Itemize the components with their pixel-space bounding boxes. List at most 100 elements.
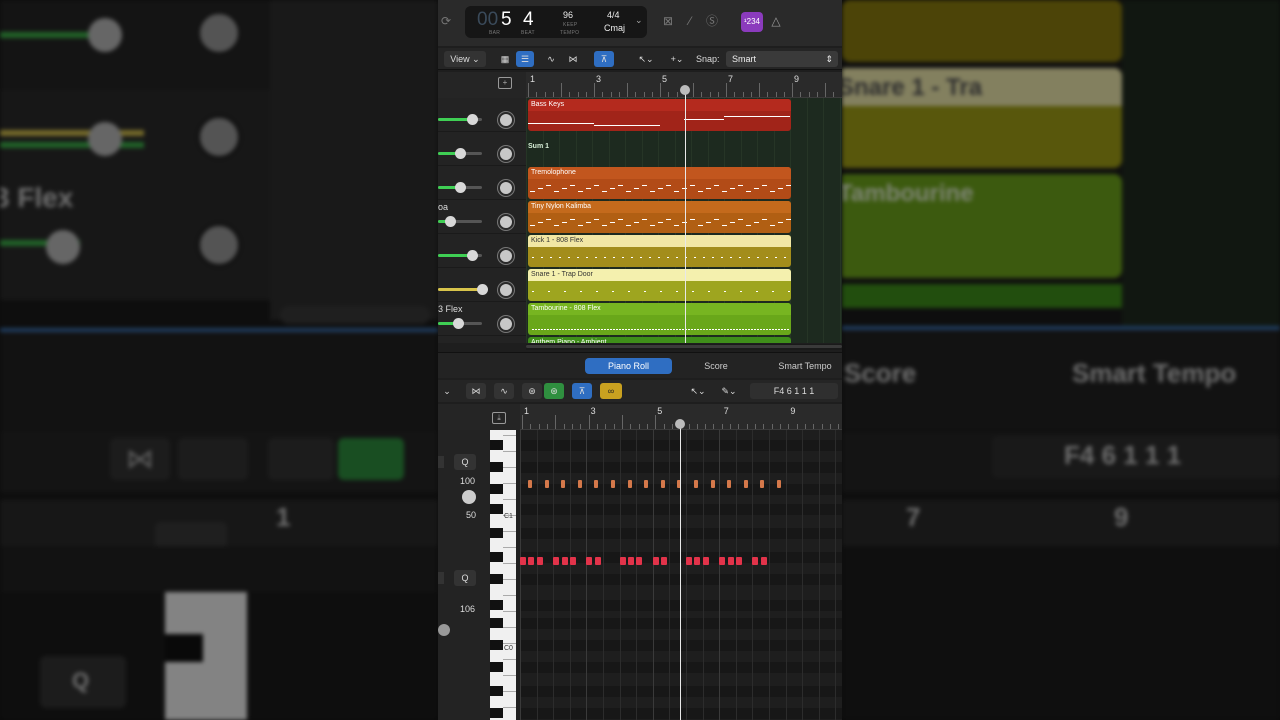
velocity-slider-knob-2[interactable] <box>438 624 450 636</box>
volume-fader[interactable] <box>438 216 482 227</box>
region[interactable]: Bass Keys <box>528 99 791 131</box>
grid-view-icon[interactable]: ▦ <box>496 51 514 67</box>
black-key[interactable] <box>490 484 503 494</box>
midi-note[interactable] <box>644 480 649 488</box>
tab-score[interactable]: Score <box>690 358 742 374</box>
midi-note[interactable] <box>528 480 532 488</box>
volume-fader-knob[interactable] <box>477 284 488 295</box>
volume-fader[interactable] <box>438 148 482 159</box>
pan-knob[interactable] <box>498 112 514 128</box>
black-key[interactable] <box>490 574 503 584</box>
track-header[interactable] <box>438 98 526 132</box>
midi-note[interactable] <box>710 480 715 488</box>
tracks-area[interactable]: Bass Keys Sum 1 Tremolophone Tiny Nylon Kal… <box>526 98 842 343</box>
black-key[interactable] <box>490 552 503 562</box>
note-position-field[interactable]: F4 6 1 1 1 <box>750 383 838 399</box>
midi-note[interactable] <box>569 557 576 565</box>
collapse-arrows-icon[interactable] <box>438 456 444 468</box>
horizontal-scrollbar[interactable] <box>526 344 842 350</box>
pan-knob[interactable] <box>498 180 514 196</box>
black-key[interactable] <box>490 618 503 628</box>
pencil-tool-icon-2[interactable]: ✎⌄ <box>716 383 742 399</box>
midi-note[interactable] <box>760 480 765 488</box>
lcd-chevron-down-icon[interactable]: ⌄ <box>635 15 643 26</box>
catch-playhead-icon[interactable]: ⊼ <box>572 383 592 399</box>
midi-note[interactable] <box>652 557 659 565</box>
midi-note[interactable] <box>752 557 759 565</box>
add-track-icon[interactable]: + <box>498 77 512 89</box>
midi-note[interactable] <box>702 557 709 565</box>
black-key[interactable] <box>490 662 503 672</box>
track-header[interactable] <box>438 268 526 302</box>
pan-knob[interactable] <box>498 316 514 332</box>
track-header[interactable] <box>438 166 526 200</box>
volume-fader-knob[interactable] <box>445 216 456 227</box>
automation-icon[interactable]: ∿ <box>542 51 560 67</box>
region[interactable]: Snare 1 - Trap Door <box>528 269 791 301</box>
solo-icon[interactable]: Ⓢ <box>704 13 720 29</box>
volume-fader-knob[interactable] <box>467 250 478 261</box>
midi-note[interactable] <box>611 480 615 488</box>
midi-note[interactable] <box>627 557 634 565</box>
volume-fader[interactable] <box>438 250 482 261</box>
view-chevron-icon[interactable]: ⌄ <box>438 383 456 399</box>
snap-select[interactable]: Smart ⇕ <box>726 51 838 67</box>
black-key[interactable] <box>490 440 503 450</box>
black-key[interactable] <box>490 462 503 472</box>
pan-knob[interactable] <box>498 282 514 298</box>
collapse-arrows-icon-2[interactable] <box>438 572 444 584</box>
midi-in-icon[interactable]: ⊛ <box>522 383 542 399</box>
playhead-piano-roll[interactable] <box>680 424 681 720</box>
download-icon[interactable]: ⤓ <box>492 412 506 424</box>
pointer-tool-icon-2[interactable]: ↖⌄ <box>686 383 710 399</box>
catch-icon[interactable]: ⊼ <box>594 51 614 67</box>
midi-note[interactable] <box>544 480 549 488</box>
metronome-icon[interactable]: △ <box>768 13 784 29</box>
volume-fader-knob[interactable] <box>467 114 478 125</box>
midi-note[interactable] <box>777 480 781 488</box>
midi-note[interactable] <box>627 480 632 488</box>
velocity-slider-knob-1[interactable] <box>462 490 476 504</box>
midi-note[interactable] <box>735 557 742 565</box>
lcd-display[interactable]: 00 5 4 BAR BEAT 96 KEEP TEMPO 4/4 Cmaj ⌄ <box>465 6 647 38</box>
piano-roll-grid[interactable] <box>520 430 842 720</box>
midi-note[interactable] <box>743 480 748 488</box>
volume-fader[interactable] <box>438 182 482 193</box>
midi-note[interactable] <box>536 557 543 565</box>
quantize-button-1[interactable]: Q <box>454 454 476 470</box>
midi-note[interactable] <box>520 557 526 565</box>
automation-curve-icon[interactable]: ∿ <box>494 383 514 399</box>
midi-note[interactable] <box>660 480 665 488</box>
quantize-button-2[interactable]: Q <box>454 570 476 586</box>
midi-note[interactable] <box>727 557 734 565</box>
region[interactable]: Kick 1 - 808 Flex <box>528 235 791 267</box>
pan-knob[interactable] <box>498 146 514 162</box>
list-view-icon[interactable]: ☰ <box>516 51 534 67</box>
midi-note[interactable] <box>661 557 668 565</box>
collapse-icon[interactable]: ⋈ <box>466 383 486 399</box>
pan-knob[interactable] <box>498 214 514 230</box>
view-menu-button[interactable]: View ⌄ <box>444 51 486 67</box>
midi-note[interactable] <box>594 480 599 488</box>
black-key[interactable] <box>490 708 503 718</box>
tab-piano-roll[interactable]: Piano Roll <box>585 358 672 374</box>
region-partial[interactable]: Anthem Piano - Ambient <box>528 337 791 343</box>
midi-note[interactable] <box>594 557 601 565</box>
midi-note[interactable] <box>561 557 568 565</box>
pointer-tool-icon[interactable]: ↖⌄ <box>634 51 658 67</box>
track-header[interactable]: oa <box>438 200 526 234</box>
piano-keyboard[interactable]: C1 C0 <box>490 430 516 720</box>
volume-fader-knob[interactable] <box>455 148 466 159</box>
playhead-tracks[interactable] <box>685 90 686 343</box>
pencil-tool-icon[interactable]: +⌄ <box>664 51 690 67</box>
region[interactable]: Tremolophone <box>528 167 791 199</box>
pan-knob[interactable] <box>498 248 514 264</box>
midi-note[interactable] <box>553 557 560 565</box>
midi-note[interactable] <box>760 557 767 565</box>
playhead-handle-tracks[interactable] <box>680 85 690 95</box>
midi-note[interactable] <box>586 557 593 565</box>
tuner-icon[interactable]: ⁄ <box>682 13 698 29</box>
midi-note[interactable] <box>686 557 692 565</box>
midi-note[interactable] <box>694 480 698 488</box>
link-icon[interactable]: ∞ <box>600 383 622 399</box>
